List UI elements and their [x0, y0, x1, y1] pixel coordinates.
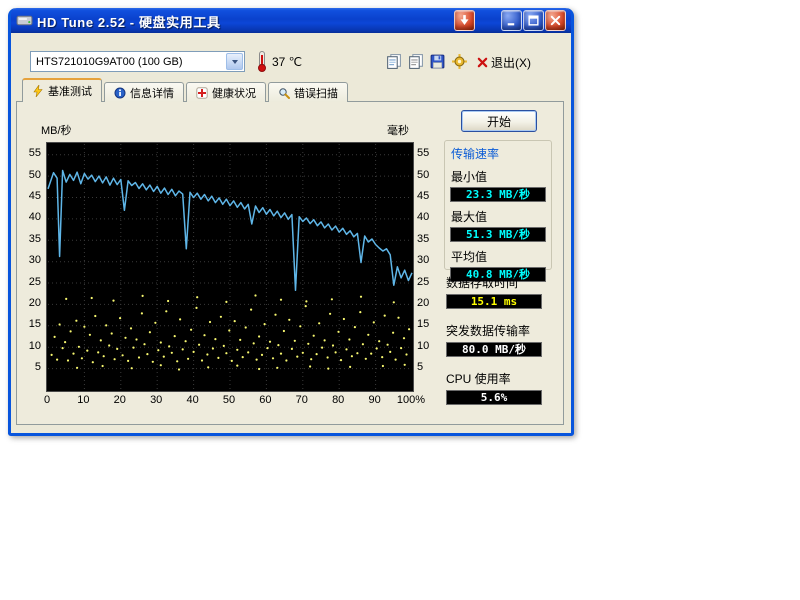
drive-select-dropdown-button[interactable]	[226, 53, 243, 70]
y-axis-tick-right: 20	[417, 298, 439, 309]
y-axis-tick-left: 25	[19, 277, 41, 288]
y-axis-tick-right: 5	[417, 362, 439, 373]
x-axis-tick: 40	[178, 395, 208, 406]
maximize-button[interactable]	[523, 10, 544, 31]
x-axis-tick: 100%	[396, 395, 426, 406]
copy-text-pages-icon	[407, 53, 424, 70]
tab-strip: 基准测试 信息详情 健康状况 错误扫描	[22, 78, 350, 102]
transfer-rate-group: 传输速率 最小值23.3 MB/秒最大值51.3 MB/秒平均值40.8 MB/…	[444, 140, 552, 270]
y-axis-tick-right: 15	[417, 319, 439, 330]
y-axis-tick-right: 30	[417, 255, 439, 266]
x-axis-tick: 10	[68, 395, 98, 406]
stat-block: 突发数据传输率 80.0 MB/秒	[444, 322, 556, 357]
y-axis-tick-right: 55	[417, 148, 439, 159]
transfer-stats-rows: 最小值23.3 MB/秒最大值51.3 MB/秒平均值40.8 MB/秒	[445, 168, 551, 282]
y-axis-tick-right: 35	[417, 234, 439, 245]
titlebar[interactable]: HD Tune 2.52 - 硬盘实用工具	[11, 8, 571, 33]
close-icon	[549, 14, 562, 27]
close-button[interactable]	[545, 10, 566, 31]
tab-label: 信息详情	[130, 85, 174, 101]
maximize-icon	[527, 14, 540, 27]
copy-pages-icon	[385, 53, 402, 70]
stat-label: CPU 使用率	[446, 370, 556, 387]
right-axis-label: 毫秒	[387, 122, 409, 138]
tab-label: 健康状况	[212, 85, 256, 101]
y-axis-tick-left: 35	[19, 234, 41, 245]
tab-error-scan[interactable]: 错误扫描	[268, 82, 348, 102]
stat-block: 数据存取时间 15.1 ms	[444, 274, 556, 309]
stat-block: CPU 使用率 5.6%	[444, 370, 556, 405]
stat-label: 最小值	[451, 168, 551, 185]
drive-select-value: HTS721010G9AT00 (100 GB)	[31, 56, 226, 68]
red-x-icon	[477, 57, 488, 68]
y-axis-tick-right: 45	[417, 191, 439, 202]
tab-label: 基准测试	[48, 83, 92, 99]
thermometer-icon	[256, 51, 268, 72]
x-axis-tick: 60	[250, 395, 280, 406]
x-axis-tick: 90	[360, 395, 390, 406]
extra-stats: 数据存取时间 15.1 ms 突发数据传输率 80.0 MB/秒 CPU 使用率 5.6%	[444, 274, 556, 418]
y-axis-tick-left: 15	[19, 319, 41, 330]
copy-screenshot-button[interactable]	[385, 53, 402, 70]
y-axis-tick-left: 5	[19, 362, 41, 373]
exit-button[interactable]: 退出(X)	[477, 54, 531, 71]
save-screenshot-button[interactable]	[429, 53, 446, 70]
tab-label: 错误扫描	[294, 85, 338, 101]
chevron-down-icon	[232, 60, 238, 64]
y-axis-tick-right: 40	[417, 212, 439, 223]
floppy-disk-icon	[429, 53, 446, 70]
x-axis-tick: 30	[141, 395, 171, 406]
stat-label: 数据存取时间	[446, 274, 556, 291]
x-axis-tick: 70	[287, 395, 317, 406]
stat-label: 平均值	[451, 248, 551, 265]
x-axis-tick: 80	[323, 395, 353, 406]
y-axis-tick-left: 55	[19, 148, 41, 159]
y-axis-tick-left: 20	[19, 298, 41, 309]
options-button[interactable]	[451, 53, 468, 70]
stat-label: 突发数据传输率	[446, 322, 556, 339]
temperature-value: 37 ℃	[272, 55, 302, 69]
copy-text-button[interactable]	[407, 53, 424, 70]
benchmark-icon	[32, 85, 44, 97]
benchmark-chart	[46, 142, 414, 392]
y-axis-tick-left: 30	[19, 255, 41, 266]
y-axis-tick-right: 25	[417, 277, 439, 288]
error-scan-icon	[278, 87, 290, 99]
y-axis-tick-left: 40	[19, 212, 41, 223]
window-title: HD Tune 2.52 - 硬盘实用工具	[37, 12, 221, 31]
tab-benchmark[interactable]: 基准测试	[22, 78, 102, 102]
y-axis-tick-left: 45	[19, 191, 41, 202]
stat-value: 51.3 MB/秒	[450, 227, 546, 242]
x-axis-tick: 50	[214, 395, 244, 406]
update-download-button[interactable]	[454, 10, 475, 31]
stat-label: 最大值	[451, 208, 551, 225]
drive-select[interactable]: HTS721010G9AT00 (100 GB)	[30, 51, 245, 72]
y-axis-tick-left: 10	[19, 341, 41, 352]
info-icon	[114, 87, 126, 99]
start-button[interactable]: 开始	[461, 110, 537, 132]
health-icon	[196, 87, 208, 99]
download-arrow-icon	[458, 14, 471, 27]
stat-value: 5.6%	[446, 390, 542, 405]
gear-icon	[451, 53, 468, 70]
tab-health[interactable]: 健康状况	[186, 82, 266, 102]
tab-info[interactable]: 信息详情	[104, 82, 184, 102]
minimize-icon	[505, 14, 518, 27]
benchmark-tab-panel: MB/秒 毫秒 开始 传输速率 最小值 23.3 MB/秒最大值 51.3 MB/秒…	[16, 101, 564, 425]
stat-value: 80.0 MB/秒	[446, 342, 542, 357]
left-axis-label: MB/秒	[41, 122, 72, 138]
transfer-rate-group-title: 传输速率	[451, 145, 551, 162]
x-axis-tick: 20	[105, 395, 135, 406]
y-axis-tick-left: 50	[19, 170, 41, 181]
exit-label: 退出(X)	[491, 54, 531, 71]
stat-value: 15.1 ms	[446, 294, 542, 309]
minimize-button[interactable]	[501, 10, 522, 31]
hard-disk-app-icon	[16, 12, 33, 29]
x-axis-tick: 0	[32, 395, 62, 406]
stat-value: 23.3 MB/秒	[450, 187, 546, 202]
y-axis-tick-right: 10	[417, 341, 439, 352]
app-window: HD Tune 2.52 - 硬盘实用工具 HTS721010G9AT00 (1…	[8, 8, 574, 436]
y-axis-tick-right: 50	[417, 170, 439, 181]
